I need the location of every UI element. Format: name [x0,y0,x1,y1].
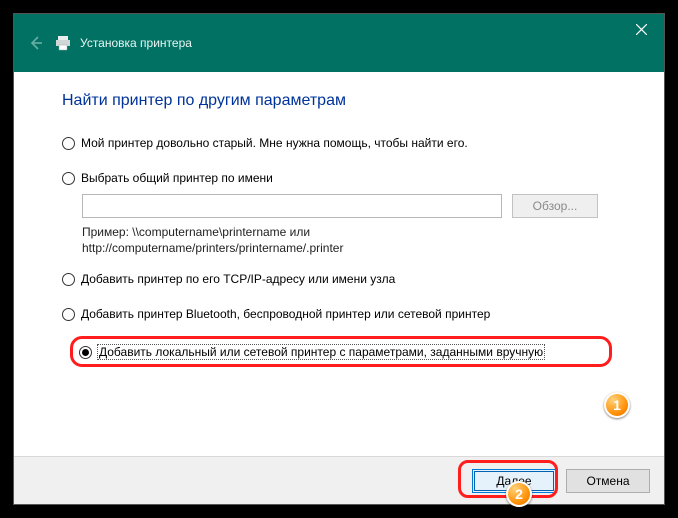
radio-local[interactable] [79,346,92,359]
label-bluetooth: Добавить принтер Bluetooth, беспроводной… [81,307,490,322]
label-local: Добавить локальный или сетевой принтер с… [98,345,545,360]
radio-tcpip[interactable] [62,273,75,286]
example-text: Пример: \\computername\printername или h… [82,224,616,256]
titlebar: Установка принтера [14,14,664,72]
shared-name-input[interactable] [82,194,502,218]
annotation-marker-1: 1 [604,392,630,418]
annotation-marker-2: 2 [506,481,532,507]
browse-button: Обзор... [512,194,598,218]
dialog-body: Найти принтер по другим параметрам Мой п… [14,72,664,456]
highlight-box-1: Добавить локальный или сетевой принтер с… [70,336,612,367]
close-button[interactable] [618,14,664,44]
printer-icon [54,34,72,52]
radio-old-printer[interactable] [62,137,75,150]
back-button [26,33,46,53]
close-icon [636,24,647,35]
page-heading: Найти принтер по другим параметрам [62,92,616,110]
option-old-printer[interactable]: Мой принтер довольно старый. Мне нужна п… [62,136,616,151]
option-local[interactable]: Добавить локальный или сетевой принтер с… [79,345,603,360]
add-printer-dialog: Установка принтера Найти принтер по друг… [13,13,665,505]
label-shared-printer: Выбрать общий принтер по имени [81,171,273,186]
radio-bluetooth[interactable] [62,308,75,321]
dialog-title: Установка принтера [80,36,192,50]
dialog-footer: Далее Отмена [14,456,664,504]
label-old-printer: Мой принтер довольно старый. Мне нужна п… [81,136,468,151]
option-bluetooth[interactable]: Добавить принтер Bluetooth, беспроводной… [62,307,616,322]
arrow-left-icon [28,35,44,51]
label-tcpip: Добавить принтер по его TCP/IP-адресу ил… [81,272,395,287]
shared-name-row: Обзор... [82,194,616,218]
option-tcpip[interactable]: Добавить принтер по его TCP/IP-адресу ил… [62,272,616,287]
radio-shared-printer[interactable] [62,172,75,185]
cancel-button[interactable]: Отмена [566,469,650,493]
option-shared-printer[interactable]: Выбрать общий принтер по имени [62,171,616,186]
